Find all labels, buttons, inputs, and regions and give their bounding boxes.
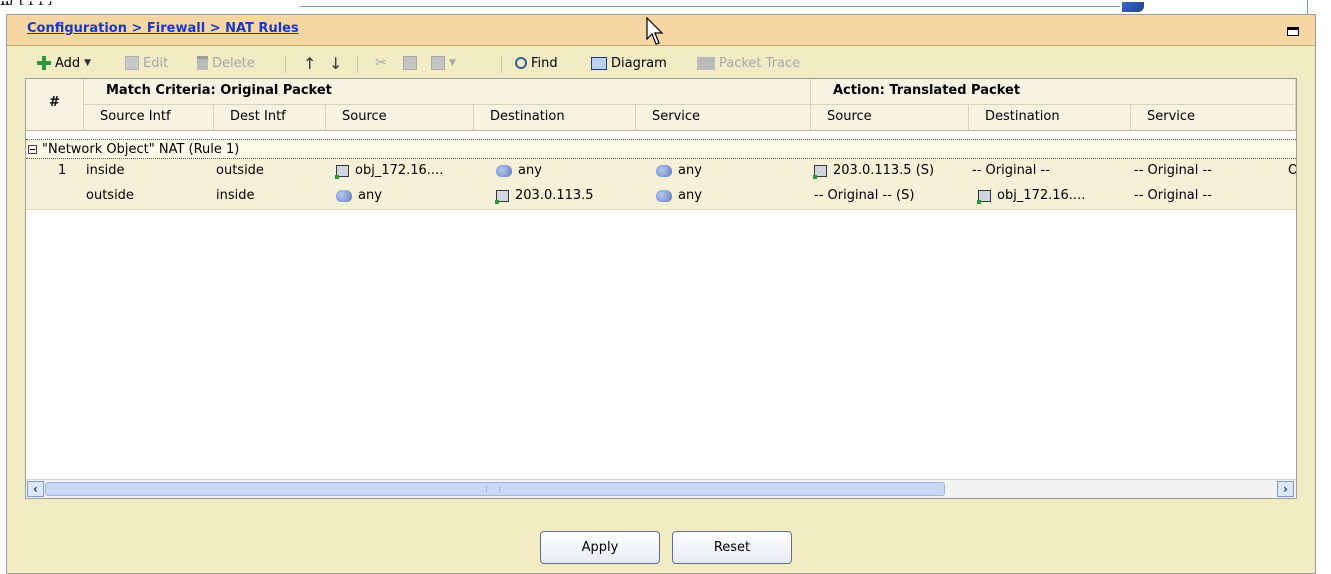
background-text-fragment: ﺗ ﺘ ﯿ ﺎ ﺳ — [0, 0, 130, 5]
cut-button[interactable]: ✂ — [375, 53, 389, 73]
edit-button[interactable]: Edit — [125, 53, 168, 73]
column-header-source[interactable]: Source — [326, 105, 474, 131]
find-button[interactable]: Find — [515, 53, 558, 73]
packet-trace-icon — [697, 56, 715, 70]
overflow-cell: O — [1288, 163, 1296, 178]
host-icon — [977, 189, 991, 204]
diagram-button[interactable]: Diagram — [591, 53, 667, 73]
paste-button[interactable]: ▼ — [431, 53, 456, 73]
move-up-button[interactable]: ↑ — [303, 53, 316, 73]
host-icon — [813, 164, 827, 179]
translated-destination-cell: obj_172.16.... — [977, 188, 1085, 204]
dest-intf-cell: outside — [216, 163, 264, 178]
add-button[interactable]: Add ▼ — [37, 53, 91, 73]
scissors-icon: ✂ — [375, 55, 387, 71]
reset-button[interactable]: Reset — [672, 531, 792, 564]
panel-title-bar: Configuration > Firewall > NAT Rules — [7, 15, 1315, 46]
scroll-right-button[interactable]: › — [1277, 481, 1294, 497]
service-cell: any — [656, 163, 702, 178]
source-intf-cell: outside — [86, 188, 134, 203]
plus-icon — [37, 56, 51, 70]
chevron-down-icon: ▼ — [449, 58, 456, 68]
delete-button[interactable]: Delete — [197, 53, 255, 73]
column-header-dest-intf[interactable]: Dest Intf — [214, 105, 326, 131]
column-header-translated-destination[interactable]: Destination — [969, 105, 1131, 131]
dest-intf-cell: inside — [216, 188, 255, 203]
column-header-destination[interactable]: Destination — [474, 105, 636, 131]
toolbar: Add ▼ Edit Delete ↑ ↓ ✂ ▼ Find Diagram P… — [7, 47, 1315, 77]
nat-rules-table: # Match Criteria: Original Packet Action… — [25, 78, 1297, 499]
group-header-match-criteria: Match Criteria: Original Packet — [84, 79, 811, 105]
scroll-left-button[interactable]: ‹ — [27, 481, 44, 497]
network-icon — [496, 164, 512, 177]
column-header-translated-source[interactable]: Source — [811, 105, 969, 131]
source-cell: any — [336, 188, 382, 203]
column-header-number[interactable]: # — [26, 79, 84, 131]
network-icon — [336, 189, 352, 202]
copy-icon — [403, 56, 417, 70]
service-cell: any — [656, 188, 702, 203]
host-icon — [495, 189, 509, 204]
scrollbar-thumb[interactable] — [45, 482, 945, 496]
column-header-translated-service[interactable]: Service — [1131, 105, 1296, 131]
magnifier-icon — [515, 57, 527, 69]
source-cell: obj_172.16.... — [335, 163, 443, 179]
apply-button[interactable]: Apply — [540, 531, 660, 564]
rule-section-row[interactable]: "Network Object" NAT (Rule 1) — [26, 139, 1296, 159]
column-header-source-intf[interactable]: Source Intf — [84, 105, 214, 131]
arrow-up-icon: ↑ — [303, 53, 317, 73]
packet-trace-button[interactable]: Packet Trace — [697, 53, 800, 73]
source-intf-cell: inside — [86, 163, 125, 178]
horizontal-scrollbar[interactable]: ‹ › — [26, 479, 1296, 498]
rule-section-label: "Network Object" NAT (Rule 1) — [42, 141, 240, 157]
table-row[interactable]: 1 inside outside obj_172.16.... any any … — [26, 159, 1296, 185]
diagram-icon — [591, 56, 607, 70]
move-down-button[interactable]: ↓ — [329, 53, 342, 73]
nat-rules-panel: Configuration > Firewall > NAT Rules Add… — [6, 14, 1316, 574]
mouse-pointer-icon — [646, 17, 664, 45]
destination-cell: 203.0.113.5 — [495, 188, 594, 204]
translated-source-cell: -- Original -- (S) — [814, 188, 915, 203]
network-icon — [656, 189, 672, 202]
copy-button[interactable] — [403, 53, 417, 73]
breadcrumb[interactable]: Configuration > Firewall > NAT Rules — [27, 21, 299, 36]
translated-service-cell: -- Original -- — [1134, 163, 1212, 178]
network-icon — [656, 164, 672, 177]
group-header-action: Action: Translated Packet — [811, 79, 1296, 105]
host-icon — [335, 164, 349, 179]
translated-source-cell: 203.0.113.5 (S) — [813, 163, 934, 179]
table-row[interactable]: outside inside any 203.0.113.5 any -- Or… — [26, 184, 1296, 210]
trash-icon — [197, 56, 208, 70]
table-header: # Match Criteria: Original Packet Action… — [26, 79, 1296, 131]
collapse-toggle-icon[interactable] — [28, 144, 37, 154]
arrow-down-icon: ↓ — [329, 53, 343, 73]
destination-cell: any — [496, 163, 542, 178]
background-window-edge: ﺗ ﺘ ﯿ ﺎ ﺳ — [0, 0, 1331, 14]
edit-icon — [125, 56, 139, 70]
paste-icon — [431, 56, 445, 70]
translated-destination-cell: -- Original -- — [972, 163, 1050, 178]
maximize-button[interactable] — [1287, 27, 1299, 36]
translated-service-cell: -- Original -- — [1134, 188, 1212, 203]
rule-number: 1 — [58, 163, 67, 178]
column-header-service[interactable]: Service — [636, 105, 811, 131]
chevron-down-icon: ▼ — [84, 58, 92, 68]
